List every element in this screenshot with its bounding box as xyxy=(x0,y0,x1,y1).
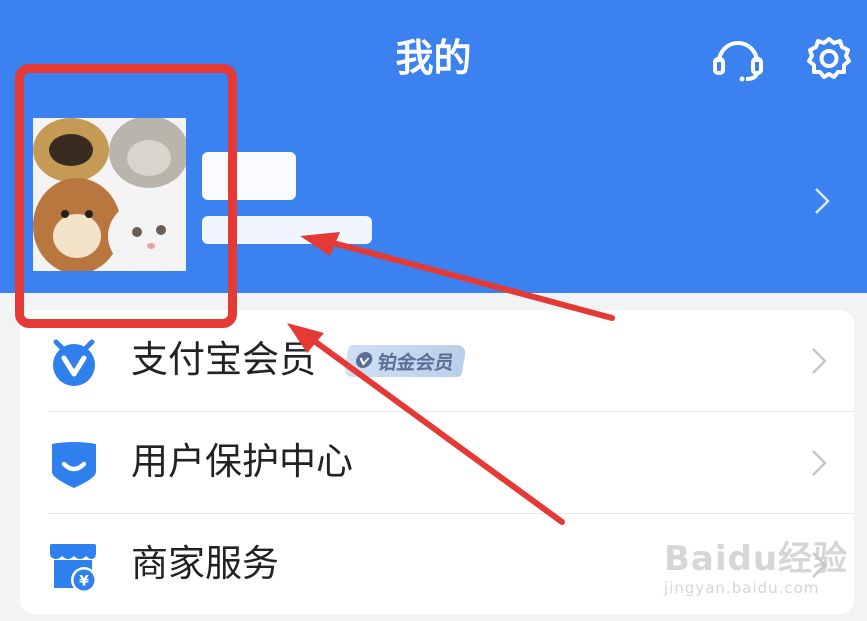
annotation-arrows xyxy=(287,232,615,525)
